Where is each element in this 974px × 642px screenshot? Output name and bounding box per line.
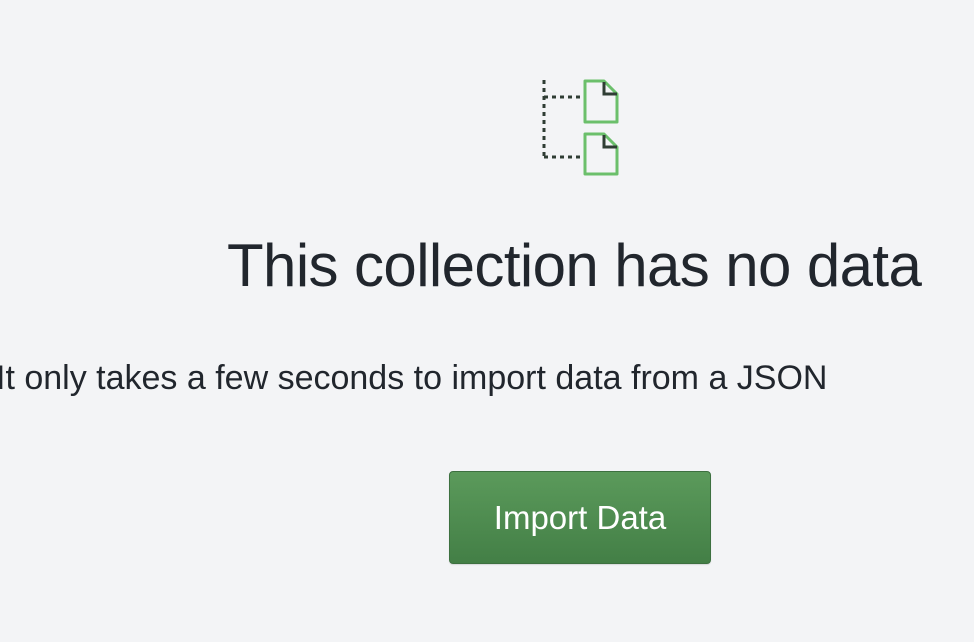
collection-documents-icon [536, 72, 628, 182]
empty-state-description: It only takes a few seconds to import da… [0, 359, 828, 397]
empty-collection-state: This collection has no data It only take… [0, 0, 974, 642]
import-data-button[interactable]: Import Data [449, 471, 711, 564]
empty-state-title: This collection has no data [227, 232, 922, 299]
